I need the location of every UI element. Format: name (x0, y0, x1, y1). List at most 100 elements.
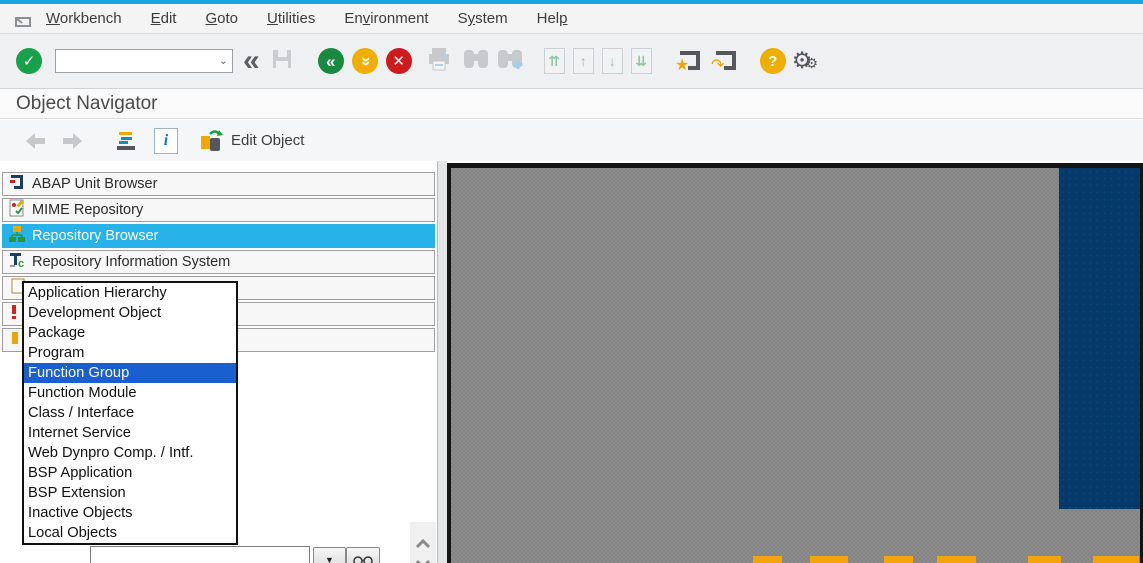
dropdown-option-class-interface[interactable]: Class / Interface (24, 403, 236, 423)
repository-browser-icon (8, 225, 26, 248)
page-title: Object Navigator (16, 93, 158, 115)
information-button[interactable]: i (154, 128, 178, 154)
edit-object-label: Edit Object (231, 132, 304, 149)
new-session-icon: ★ (672, 46, 702, 77)
svg-text:c: c (18, 258, 24, 269)
customize-icon: ⚙⚙ (792, 49, 818, 73)
help-icon: ? (760, 48, 786, 74)
edit-object-icon (198, 128, 224, 154)
find-next-icon (496, 47, 524, 76)
next-page-button[interactable]: ↓ (602, 46, 623, 76)
dropdown-arrow-icon: ▼ (325, 555, 334, 563)
first-page-icon: ⇈ (544, 48, 565, 74)
dropdown-option-function-module[interactable]: Function Module (24, 383, 236, 403)
dropdown-option-local-objects[interactable]: Local Objects (24, 523, 236, 543)
system-menu-icon[interactable] (14, 15, 33, 34)
customize-button[interactable]: ⚙⚙ (792, 46, 818, 76)
first-page-button[interactable]: ⇈ (544, 46, 565, 76)
glasses-icon (352, 553, 374, 563)
history-scroll-strip (410, 522, 436, 563)
collapse-button[interactable]: « (243, 46, 260, 76)
dropdown-option-bsp-extension[interactable]: BSP Extension (24, 483, 236, 503)
standard-toolbar: ✓ ⌄ « « « ✕ ⇈ ↑ ↓ ⇊ ★ ↷?⚙⚙ (0, 34, 1143, 89)
browser-item-repository-browser[interactable]: Repository Browser (2, 224, 435, 248)
dropdown-option-application-hierarchy[interactable]: Application Hierarchy (24, 283, 236, 303)
canvas-orange-letter-top (937, 556, 976, 563)
print-button[interactable] (426, 46, 452, 76)
dropdown-option-internet-service[interactable]: Internet Service (24, 423, 236, 443)
enter-button[interactable]: ✓ (16, 46, 42, 76)
display-object-list-icon (114, 129, 138, 153)
find-next-button[interactable] (496, 46, 524, 76)
collapse-icon: « (243, 46, 260, 76)
menu-help[interactable]: Help (537, 10, 568, 27)
menu-utilities[interactable]: Utilities (267, 10, 315, 27)
last-page-button[interactable]: ⇊ (631, 46, 652, 76)
dropdown-option-program[interactable]: Program (24, 343, 236, 363)
svg-text:★: ★ (675, 57, 689, 72)
menu-workbench[interactable]: Workbench (46, 10, 122, 27)
mime-repository-icon (8, 199, 26, 222)
enter-icon: ✓ (16, 48, 42, 74)
back-button[interactable]: « (318, 46, 344, 76)
canvas-orange-letter-top (1028, 556, 1061, 563)
dropdown-option-function-group[interactable]: Function Group (24, 363, 236, 383)
print-icon (426, 47, 452, 76)
scroll-up-icon[interactable] (415, 539, 431, 549)
command-field: ⌄ (55, 49, 233, 73)
browser-item-label: Repository Browser (32, 228, 159, 244)
dropdown-option-web-dynpro-comp-intf-[interactable]: Web Dynpro Comp. / Intf. (24, 443, 236, 463)
help-button[interactable]: ? (760, 46, 786, 76)
save-button[interactable] (270, 46, 294, 76)
scroll-down-icon[interactable] (415, 559, 431, 563)
previous-page-icon: ↑ (573, 48, 594, 74)
command-field-input[interactable] (55, 49, 233, 73)
canvas-navy-graphic (1059, 168, 1140, 509)
menu-goto[interactable]: Goto (205, 10, 238, 27)
display-button[interactable] (346, 547, 380, 563)
browser-item-mime-repository[interactable]: MIME Repository (2, 198, 435, 222)
browser-item-repository-information-system[interactable]: c Repository Information System (2, 250, 435, 274)
new-session-button[interactable]: ★ (672, 46, 702, 76)
menu-system[interactable]: System (458, 10, 508, 27)
dropdown-option-bsp-application[interactable]: BSP Application (24, 463, 236, 483)
dropdown-option-development-object[interactable]: Development Object (24, 303, 236, 323)
object-name-input[interactable] (90, 546, 310, 563)
menu-environment[interactable]: Environment (344, 10, 428, 27)
dropdown-option-inactive-objects[interactable]: Inactive Objects (24, 503, 236, 523)
find-icon (462, 47, 490, 76)
object-type-dropdown: Application HierarchyDevelopment ObjectP… (22, 281, 238, 545)
dropdown-option-package[interactable]: Package (24, 323, 236, 343)
cancel-icon: ✕ (386, 48, 412, 74)
last-page-icon: ⇊ (631, 48, 652, 74)
canvas-orange-letter-top (1093, 556, 1139, 563)
exit-icon: « (352, 48, 378, 74)
canvas-orange-letter-top (753, 556, 782, 563)
find-button[interactable] (462, 46, 490, 76)
navigate-forward-button[interactable] (60, 132, 84, 150)
next-page-icon: ↓ (602, 48, 623, 74)
forward-arrow-icon (60, 132, 84, 150)
browser-item-label: ABAP Unit Browser (32, 176, 157, 192)
create-shortcut-button[interactable]: ↷ (708, 46, 738, 76)
menu-edit[interactable]: Edit (151, 10, 177, 27)
back-icon: « (318, 48, 344, 74)
editor-canvas (447, 163, 1143, 563)
information-icon: i (164, 132, 168, 150)
edit-object-button[interactable]: Edit Object (198, 128, 304, 154)
browser-item-abap-unit-browser[interactable]: ABAP Unit Browser (2, 172, 435, 196)
browser-item-label: Repository Information System (32, 254, 230, 270)
exit-button[interactable]: « (352, 46, 378, 76)
save-icon (270, 47, 294, 76)
cancel-button[interactable]: ✕ (386, 46, 412, 76)
previous-page-button[interactable]: ↑ (573, 46, 594, 76)
canvas-orange-letter-top (884, 556, 913, 563)
create-shortcut-icon: ↷ (708, 46, 738, 77)
display-object-list-button[interactable] (114, 129, 138, 153)
back-arrow-icon (24, 132, 48, 150)
canvas-orange-letter-top (810, 556, 848, 563)
navigate-back-button[interactable] (24, 132, 48, 150)
editor-area (447, 161, 1143, 563)
input-dropdown-button[interactable]: ▼ (313, 547, 346, 563)
abap-unit-browser-icon (8, 173, 26, 196)
